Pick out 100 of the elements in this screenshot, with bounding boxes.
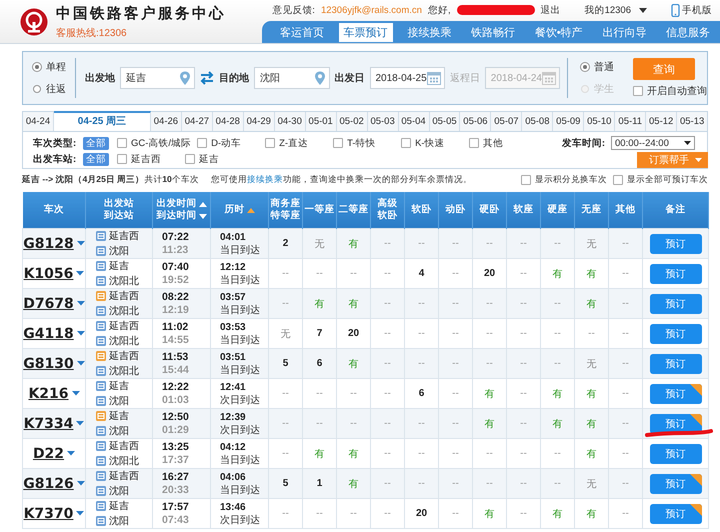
logout-link[interactable]: 退出 [540,4,561,16]
date-tab[interactable]: 05-01 [306,112,337,131]
seat-cell: -- [268,498,302,528]
date-tab[interactable]: 05-12 [646,112,678,131]
column-header[interactable]: 软卧 [412,204,432,216]
date-tab[interactable]: 04-26 [150,112,182,131]
station-marker-icon [96,306,106,316]
seat-cell: -- [438,468,472,498]
date-tab[interactable]: 05-13 [677,112,708,131]
date-tab[interactable]: 04-25 周三 [54,111,151,131]
station-name: 延吉 [109,410,129,423]
radio-option[interactable]: 往返 [33,82,66,96]
column-header[interactable]: 备注 [666,204,686,216]
arrival-day-text: 当日到达 [220,334,260,346]
nav-tab[interactable]: 车票预订 [338,22,393,42]
caret-icon[interactable] [67,451,76,456]
date-tab[interactable]: 04-30 [274,112,306,131]
time-select[interactable]: 00:00--24:00 [611,136,695,150]
seat-cell: -- [438,408,472,438]
option-checkbox[interactable]: 显示积分兑换车次 [521,174,607,186]
filter-checkbox[interactable]: 其他 [469,136,532,150]
filter-checkbox[interactable]: Z-直达 [265,136,328,150]
my-account-link[interactable]: 我的12306 [584,4,647,16]
seat-cell: -- [302,498,336,528]
station-name: 延吉西 [109,470,139,483]
filter-checkbox[interactable]: K-快速 [401,136,464,150]
column-header[interactable]: 到达时间 [156,210,196,222]
arrival-day-text: 当日到达 [220,274,260,286]
seat-cell: 有 [574,498,608,528]
filter-checkbox[interactable]: 延吉 [185,152,247,166]
radio-option[interactable]: 普通 [581,60,614,74]
caret-icon[interactable] [76,361,85,366]
date-tab[interactable]: 05-11 [615,112,646,131]
date-tab[interactable]: 05-09 [553,112,584,131]
input-field[interactable]: 沈阳 [254,67,330,89]
seat-cell: -- [438,288,472,318]
location-pin-icon [179,71,192,85]
station-marker-icon [96,471,106,481]
option-checkbox[interactable]: 显示全部可预订车次 [613,174,708,186]
field-label: 出发地 [84,72,115,85]
caret-icon[interactable] [76,271,84,276]
sort-down-icon[interactable] [198,214,206,218]
station-marker-icon [96,351,106,361]
input-field[interactable]: 2018-04-25 [370,67,445,89]
column-header[interactable]: 无座 [582,204,602,216]
column-header[interactable]: 软座 [514,204,534,216]
column-header[interactable]: 硬卧 [480,204,500,216]
date-tab[interactable]: 05-08 [522,112,554,131]
departure-time: 16:27 [162,470,189,484]
date-tab[interactable]: 05-02 [336,112,368,131]
seat-cell: -- [404,348,438,378]
date-tab[interactable]: 05-03 [368,112,399,131]
swap-icon[interactable] [200,71,214,85]
caret-icon[interactable] [76,421,84,426]
station-name: 沈阳 [109,424,129,438]
input-field[interactable]: 延吉 [120,67,196,89]
date-tab[interactable]: 05-07 [491,112,522,131]
station-name: 沈阳北 [109,454,139,468]
station-marker-icon [96,441,106,451]
duration-text: 12:12 [220,260,246,274]
seat-cell: -- [370,408,404,438]
seat-cell: -- [268,408,302,438]
column-header[interactable]: 车次 [44,204,64,216]
date-tab[interactable]: 05-05 [430,112,460,131]
seat-cell: -- [472,468,506,498]
filter-checkbox[interactable]: GC-高铁/城际 [117,136,192,150]
column-header[interactable]: 其他 [616,204,636,216]
sort-up-icon[interactable] [198,202,206,206]
transfer-link[interactable]: 接续换乘 [246,174,283,184]
date-tab[interactable]: 05-04 [398,112,430,131]
seat-cell: -- [472,228,506,258]
column-header[interactable]: 软卧 [378,210,398,222]
seat-cell: 有 [336,468,370,498]
mobile-link[interactable]: 手机版 [671,4,712,16]
station-name: 沈阳北 [109,364,139,378]
auto-query-checkbox[interactable]: 开启自动查询 [633,84,707,98]
column-header[interactable]: 到达站 [104,210,134,222]
radio-option[interactable]: 单程 [33,60,66,74]
filter-checkbox[interactable]: T-特快 [333,136,396,150]
filter-checkbox[interactable]: D-动车 [197,136,260,150]
column-header[interactable]: 硬座 [548,204,568,216]
caret-icon[interactable] [76,511,84,516]
date-tab[interactable]: 04-29 [244,112,275,131]
field-label: 返程日 [450,72,480,85]
caret-icon[interactable] [76,241,85,246]
arrival-time: 15:44 [162,364,189,376]
caret-icon[interactable] [76,301,85,306]
column-header[interactable]: 历时 [224,204,244,216]
seat-cell: 有 [336,288,370,318]
hotline-text: 客服热线:12306 [56,26,128,40]
date-tab[interactable]: 04-28 [212,112,244,131]
filter-checkbox[interactable]: 延吉西 [117,152,179,166]
caret-icon[interactable] [76,481,85,486]
caret-icon[interactable] [72,391,80,396]
date-tab[interactable]: 05-10 [584,112,616,131]
date-tab[interactable]: 04-27 [182,112,213,131]
date-tab[interactable]: 05-06 [460,112,492,131]
caret-icon[interactable] [76,331,85,336]
column-header[interactable]: 动卧 [446,204,466,216]
column-header[interactable]: 特等座 [270,210,300,222]
